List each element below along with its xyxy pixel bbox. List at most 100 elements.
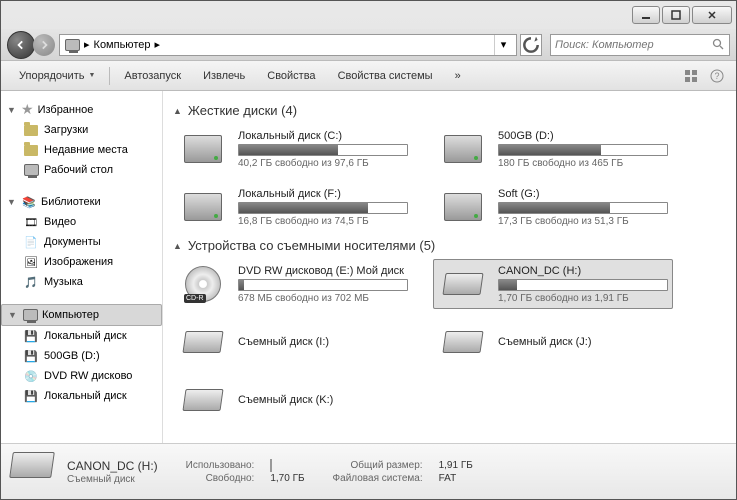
drive-name: Съемный диск (I:) [238, 336, 408, 348]
back-button[interactable] [7, 31, 35, 59]
section-title: Жесткие диски (4) [188, 103, 297, 118]
free-label: Свободно: [186, 473, 255, 484]
hard-drives-list: Локальный диск (C:) 40,2 ГБ свободно из … [173, 124, 726, 232]
main-area: ▼ ★ Избранное Загрузки Недавние места Ра… [1, 91, 736, 443]
address-location[interactable]: Компьютер [94, 39, 151, 51]
removable-header[interactable]: ▲ Устройства со съемными носителями (5) [173, 232, 726, 259]
library-icon: 📚 [21, 194, 37, 210]
sidebar-item-documents[interactable]: 📄Документы [1, 232, 162, 252]
address-dropdown[interactable]: ▾ [494, 35, 512, 55]
drive-name: Съемный диск (K:) [238, 394, 408, 406]
details-subtitle: Съемный диск [67, 474, 158, 485]
forward-button[interactable] [33, 34, 55, 56]
favorites-label: Избранное [38, 104, 94, 116]
autoplay-button[interactable]: Автозапуск [114, 66, 191, 86]
capacity-bar [498, 202, 668, 214]
close-button[interactable] [692, 6, 732, 24]
drive-item[interactable]: Локальный диск (C:) 40,2 ГБ свободно из … [173, 124, 413, 174]
content-pane: ▲ Жесткие диски (4) Локальный диск (C:) … [163, 91, 736, 443]
refresh-button[interactable] [520, 34, 542, 56]
total-value: 1,91 ГБ [439, 460, 473, 471]
sidebar-item-video[interactable]: 🎞Видео [1, 212, 162, 232]
total-label: Общий размер: [333, 460, 423, 471]
address-bar[interactable]: ▸ Компьютер ▸ ▾ [59, 34, 517, 56]
drive-info: 40,2 ГБ свободно из 97,6 ГБ [238, 158, 408, 169]
capacity-bar [238, 144, 408, 156]
desktop-icon [23, 162, 39, 178]
cd-icon: 💿 [23, 368, 39, 384]
removable-list: CD-RDVD RW дисковод (E:) Мой диск678 МБ … [173, 259, 726, 425]
computer-header[interactable]: ▼ Компьютер [1, 304, 162, 326]
help-button[interactable]: ? [706, 65, 728, 87]
sidebar-item-drive-d[interactable]: 💾500GB (D:) [1, 346, 162, 366]
search-box[interactable] [550, 34, 730, 56]
system-properties-button[interactable]: Свойства системы [328, 66, 443, 86]
explorer-window: ▸ Компьютер ▸ ▾ Упорядочить▼ Автозапуск … [0, 0, 737, 500]
hdd-icon: 💾 [23, 328, 39, 344]
hdd-icon: 💾 [23, 348, 39, 364]
drive-info: 180 ГБ свободно из 465 ГБ [498, 158, 668, 169]
drive-name: Съемный диск (J:) [498, 336, 668, 348]
drive-name: CANON_DC (H:) [498, 265, 668, 277]
nav-pane: ▼ ★ Избранное Загрузки Недавние места Ра… [1, 91, 163, 443]
removable-icon [438, 322, 488, 362]
capacity-bar [498, 144, 668, 156]
capacity-bar [498, 279, 668, 291]
collapse-icon: ▲ [173, 241, 182, 251]
drive-item[interactable]: CANON_DC (H:) 1,70 ГБ свободно из 1,91 ГБ [433, 259, 673, 309]
sidebar-item-drive-c[interactable]: 💾Локальный диск [1, 326, 162, 346]
folder-icon [23, 142, 39, 158]
toolbar: Упорядочить▼ Автозапуск Извлечь Свойства… [1, 61, 736, 91]
drive-info: 678 МБ свободно из 702 МБ [238, 293, 408, 304]
search-input[interactable] [555, 39, 712, 51]
computer-icon [64, 37, 80, 53]
picture-icon: 🖼 [23, 254, 39, 270]
drive-item[interactable]: Съемный диск (J:) [433, 317, 673, 367]
properties-button[interactable]: Свойства [257, 66, 325, 86]
capacity-bar [238, 202, 408, 214]
document-icon: 📄 [23, 234, 39, 250]
drive-item[interactable]: Локальный диск (F:) 16,8 ГБ свободно из … [173, 182, 413, 232]
removable-icon [11, 452, 55, 492]
star-icon: ★ [21, 101, 34, 118]
maximize-button[interactable] [662, 6, 690, 24]
eject-button[interactable]: Извлечь [193, 66, 255, 86]
drive-info: 1,70 ГБ свободно из 1,91 ГБ [498, 293, 668, 304]
minimize-button[interactable] [632, 6, 660, 24]
capacity-bar [238, 279, 408, 291]
sidebar-item-music[interactable]: 🎵Музыка [1, 272, 162, 292]
drive-name: Soft (G:) [498, 188, 668, 200]
sidebar-item-drive-e[interactable]: 💿DVD RW дисково [1, 366, 162, 386]
hard-drives-header[interactable]: ▲ Жесткие диски (4) [173, 97, 726, 124]
hdd-icon [178, 187, 228, 227]
drive-item[interactable]: 500GB (D:) 180 ГБ свободно из 465 ГБ [433, 124, 673, 174]
used-label: Использовано: [186, 460, 255, 471]
sidebar-item-desktop[interactable]: Рабочий стол [1, 160, 162, 180]
sidebar-item-downloads[interactable]: Загрузки [1, 120, 162, 140]
computer-icon [22, 307, 38, 323]
drive-item[interactable]: Soft (G:) 17,3 ГБ свободно из 51,3 ГБ [433, 182, 673, 232]
removable-icon [178, 380, 228, 420]
separator [109, 67, 110, 85]
collapse-icon: ▼ [7, 197, 17, 207]
organize-button[interactable]: Упорядочить▼ [9, 66, 105, 86]
fs-value: FAT [439, 473, 473, 484]
libraries-header[interactable]: ▼ 📚 Библиотеки [1, 192, 162, 212]
collapse-icon: ▼ [8, 310, 18, 320]
drive-name: 500GB (D:) [498, 130, 668, 142]
drive-item[interactable]: Съемный диск (K:) [173, 375, 413, 425]
drive-item[interactable]: Съемный диск (I:) [173, 317, 413, 367]
sidebar-item-drive-f[interactable]: 💾Локальный диск [1, 386, 162, 406]
sidebar-item-pictures[interactable]: 🖼Изображения [1, 252, 162, 272]
favorites-header[interactable]: ▼ ★ Избранное [1, 99, 162, 120]
folder-icon [23, 122, 39, 138]
view-button[interactable] [680, 65, 702, 87]
music-icon: 🎵 [23, 274, 39, 290]
address-chevron: ▸ [154, 38, 160, 51]
drive-item[interactable]: CD-RDVD RW дисковод (E:) Мой диск678 МБ … [173, 259, 413, 309]
overflow-button[interactable]: » [445, 66, 471, 86]
section-title: Устройства со съемными носителями (5) [188, 238, 435, 253]
used-bar [270, 460, 304, 471]
navbar: ▸ Компьютер ▸ ▾ [1, 29, 736, 61]
sidebar-item-recent[interactable]: Недавние места [1, 140, 162, 160]
